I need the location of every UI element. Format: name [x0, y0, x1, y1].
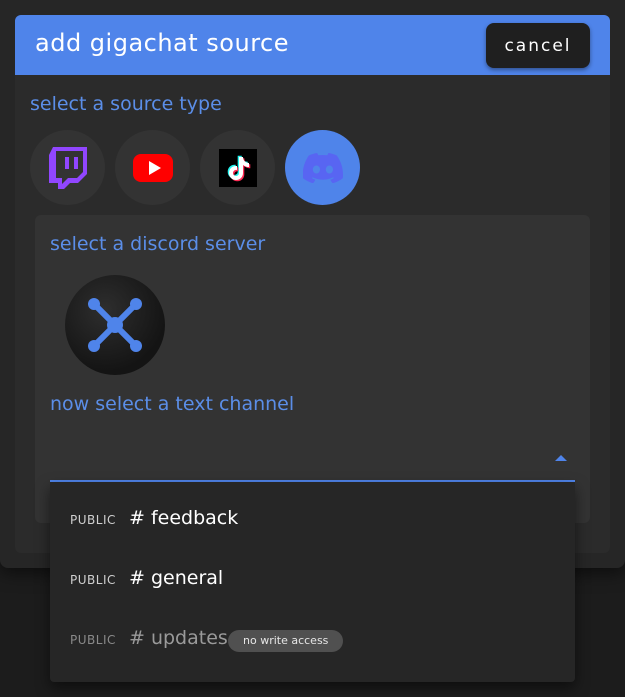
channel-visibility: PUBLIC: [70, 633, 116, 647]
network-node-icon: [88, 298, 142, 352]
discord-config-panel: select a discord server now select a tex…: [35, 215, 590, 523]
server-select-label: select a discord server: [50, 233, 266, 255]
dialog-title: add gigachat source: [35, 29, 289, 57]
channel-select[interactable]: [50, 435, 575, 482]
source-type-label: select a source type: [30, 93, 222, 115]
add-source-dialog: add gigachat source cancel select a sour…: [15, 15, 610, 553]
source-youtube-button[interactable]: [115, 130, 190, 205]
channel-name: # general: [129, 567, 224, 589]
twitch-icon: [48, 146, 87, 189]
channel-option-general[interactable]: PUBLIC # general: [50, 552, 575, 612]
channel-dropdown-menu: PUBLIC # feedback PUBLIC # general PUBLI…: [50, 482, 575, 682]
channel-option-feedback[interactable]: PUBLIC # feedback: [50, 492, 575, 552]
cancel-button[interactable]: cancel: [486, 23, 590, 68]
source-tiktok-button[interactable]: [200, 130, 275, 205]
chevron-up-icon[interactable]: [555, 455, 567, 461]
youtube-icon: [132, 153, 173, 182]
tiktok-icon: [218, 148, 257, 187]
discord-server-avatar[interactable]: [65, 275, 165, 375]
channel-visibility: PUBLIC: [70, 573, 116, 587]
channel-visibility: PUBLIC: [70, 513, 116, 527]
channel-select-label: now select a text channel: [50, 393, 295, 415]
source-twitch-button[interactable]: [30, 130, 105, 205]
no-write-access-badge: no write access: [228, 630, 344, 652]
channel-option-updates: PUBLIC # updates no write access: [50, 612, 575, 672]
channel-name: # updates: [129, 627, 228, 649]
dialog-header: add gigachat source cancel: [15, 15, 610, 75]
channel-name: # feedback: [129, 507, 239, 529]
source-discord-button[interactable]: [285, 130, 360, 205]
discord-icon: [302, 152, 343, 183]
